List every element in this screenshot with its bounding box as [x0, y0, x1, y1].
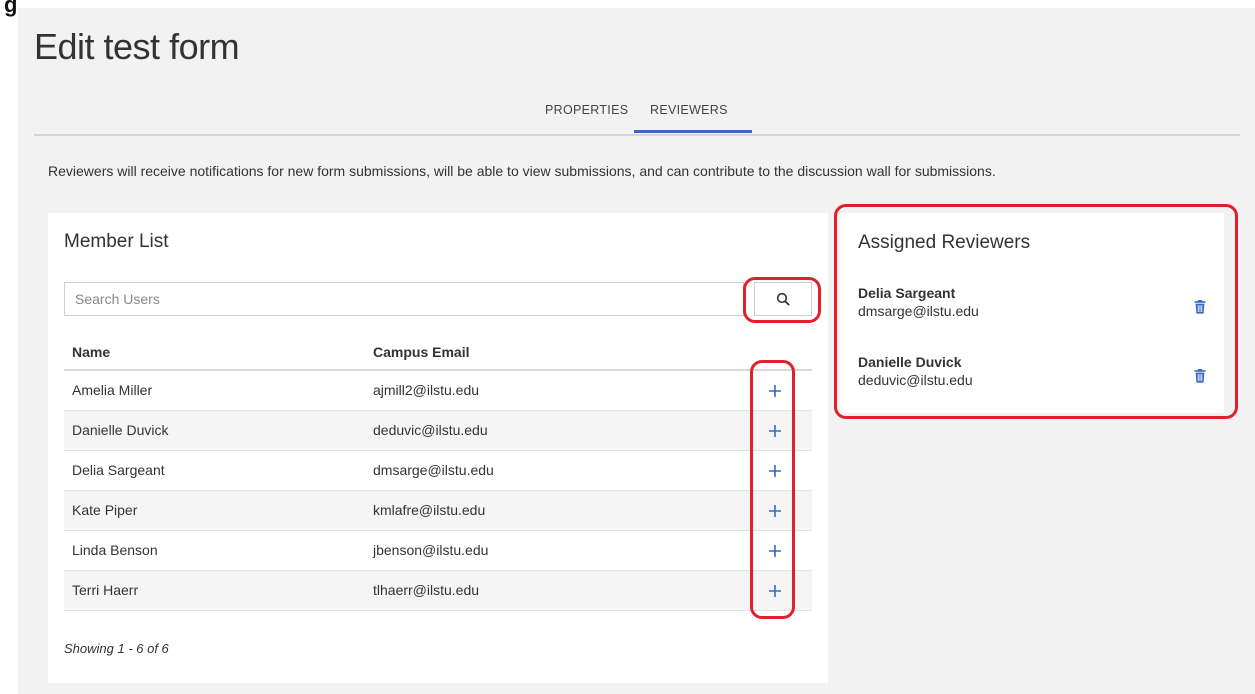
tab-reviewers[interactable]: REVIEWERS: [650, 103, 728, 117]
member-email: tlhaerr@ilstu.edu: [373, 582, 480, 598]
add-reviewer-button[interactable]: [764, 500, 786, 522]
tab-properties[interactable]: PROPERTIES: [545, 103, 628, 117]
assigned-reviewer-item: Danielle Duvick deduvic@ilstu.edu: [858, 354, 1208, 388]
reviewers-description: Reviewers will receive notifications for…: [48, 163, 996, 179]
column-header-campus-email: Campus Email: [373, 344, 470, 360]
plus-icon: [769, 465, 781, 477]
table-row: Terri Haerr tlhaerr@ilstu.edu: [64, 571, 812, 611]
table-row: Danielle Duvick deduvic@ilstu.edu: [64, 411, 812, 451]
tab-bar: PROPERTIES REVIEWERS: [34, 92, 1240, 136]
table-row: Delia Sargeant dmsarge@ilstu.edu: [64, 451, 812, 491]
member-email: kmlafre@ilstu.edu: [373, 502, 486, 518]
member-name: Terri Haerr: [72, 582, 139, 598]
plus-icon: [769, 545, 781, 557]
table-row: Linda Benson jbenson@ilstu.edu: [64, 531, 812, 571]
add-reviewer-button[interactable]: [764, 380, 786, 402]
member-name: Amelia Miller: [72, 382, 153, 398]
assigned-reviewers-title: Assigned Reviewers: [858, 232, 1031, 253]
clipped-heading-fragment: g: [4, 0, 18, 17]
reviewer-name: Delia Sargeant: [858, 285, 956, 301]
remove-reviewer-button[interactable]: [1194, 300, 1208, 316]
assigned-reviewers-panel: Assigned Reviewers Delia Sargeant dmsarg…: [840, 213, 1224, 413]
column-header-name: Name: [72, 344, 111, 360]
member-name: Linda Benson: [72, 542, 158, 558]
reviewer-email: deduvic@ilstu.edu: [858, 372, 973, 388]
plus-icon: [769, 425, 781, 437]
assigned-reviewer-item: Delia Sargeant dmsarge@ilstu.edu: [858, 285, 1208, 319]
table-row: Kate Piper kmlafre@ilstu.edu: [64, 491, 812, 531]
member-email: deduvic@ilstu.edu: [373, 422, 488, 438]
member-table-header: Name Campus Email: [64, 337, 812, 371]
add-reviewer-button[interactable]: [764, 580, 786, 602]
member-name: Delia Sargeant: [72, 462, 165, 478]
trash-icon: [1194, 300, 1206, 314]
add-reviewer-button[interactable]: [764, 420, 786, 442]
pagination-summary: Showing 1 - 6 of 6: [64, 641, 169, 656]
member-email: ajmill2@ilstu.edu: [373, 382, 480, 398]
member-table-body: Amelia Miller ajmill2@ilstu.edu Danielle…: [64, 371, 812, 611]
search-users-input[interactable]: [64, 282, 744, 316]
member-email: jbenson@ilstu.edu: [373, 542, 489, 558]
member-name: Danielle Duvick: [72, 422, 169, 438]
member-email: dmsarge@ilstu.edu: [373, 462, 494, 478]
member-list-title: Member List: [64, 231, 169, 252]
search-icon: [776, 292, 790, 306]
trash-icon: [1194, 369, 1206, 383]
active-tab-indicator: [634, 130, 752, 133]
remove-reviewer-button[interactable]: [1194, 369, 1208, 385]
reviewer-email: dmsarge@ilstu.edu: [858, 303, 979, 319]
add-reviewer-button[interactable]: [764, 540, 786, 562]
add-reviewer-button[interactable]: [764, 460, 786, 482]
plus-icon: [769, 505, 781, 517]
member-list-panel: Member List Name Campus Email Amelia Mil…: [48, 213, 828, 683]
reviewer-name: Danielle Duvick: [858, 354, 962, 370]
plus-icon: [769, 385, 781, 397]
table-row: Amelia Miller ajmill2@ilstu.edu: [64, 371, 812, 411]
plus-icon: [769, 585, 781, 597]
page-title: Edit test form: [34, 26, 240, 67]
search-button[interactable]: [754, 282, 812, 316]
member-name: Kate Piper: [72, 502, 138, 518]
